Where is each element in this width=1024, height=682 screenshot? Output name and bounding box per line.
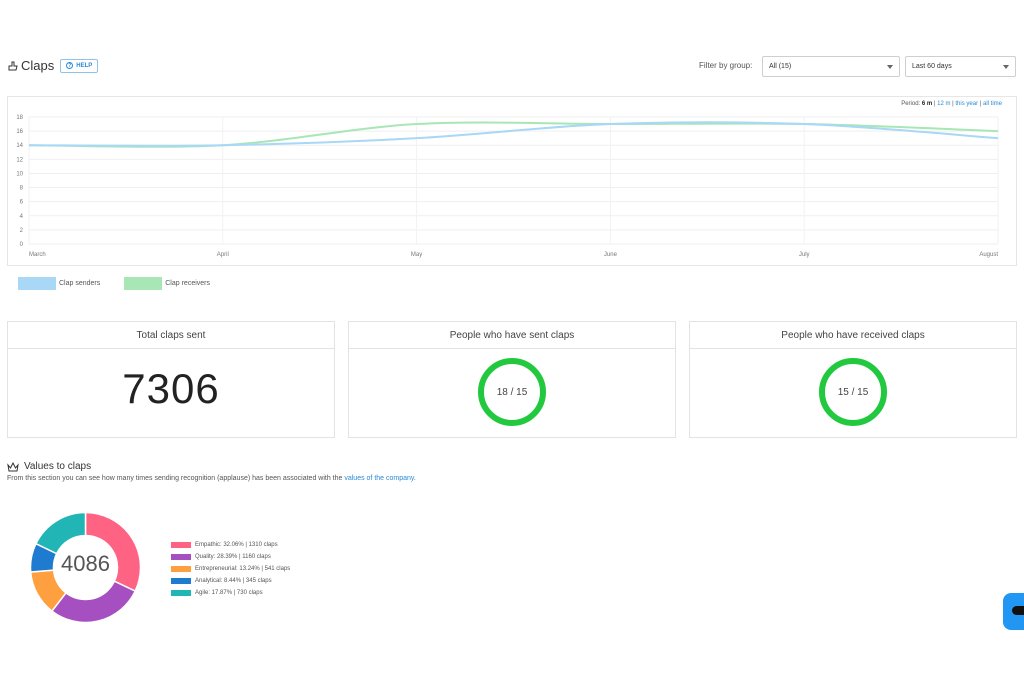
legend-item[interactable]: Clap senders: [18, 277, 100, 290]
total-claps-card: Total claps sent 7306: [7, 321, 335, 438]
donut-slice[interactable]: [34, 512, 87, 555]
values-total: 4086: [61, 551, 110, 576]
legend-label: Entrepreneurial: 13.24% | 541 claps: [195, 566, 291, 572]
receivers-card: People who have received claps 15 / 15: [689, 321, 1017, 438]
x-tick-label: June: [604, 252, 618, 258]
senders-card: People who have sent claps 18 / 15: [348, 321, 676, 438]
series-line-clap-senders: [28, 121, 999, 147]
chart-legend: Clap senders Clap receivers: [18, 277, 234, 290]
date-range-select[interactable]: Last 60 days: [905, 56, 1016, 77]
claps-line-chart: 0 2 4 6 8 10 12 14 16 18 March April May June July Augu…: [16, 115, 999, 258]
question-circle-icon: ?: [66, 62, 74, 69]
y-tick-label: 0: [20, 242, 24, 248]
y-tick-label: 18: [16, 115, 23, 121]
values-legend-item[interactable]: Analytical: 8.44% | 345 claps: [171, 575, 290, 587]
legend-label: Empathic: 32.06% | 1310 claps: [195, 542, 278, 548]
y-tick-label: 16: [16, 129, 23, 135]
group-select[interactable]: All (15): [762, 56, 900, 77]
group-select-value: All (15): [769, 63, 792, 70]
y-tick-label: 6: [20, 200, 24, 206]
chat-button[interactable]: [1003, 593, 1024, 630]
legend-swatch: [124, 277, 163, 290]
x-tick-label: April: [217, 252, 229, 258]
legend-swatch: [171, 578, 191, 584]
legend-label: Quality: 28.39% | 1160 claps: [195, 554, 271, 560]
values-title: Values to claps: [24, 461, 92, 472]
values-header: Values to claps: [7, 461, 91, 472]
legend-swatch: [171, 554, 191, 560]
help-label: HELP: [76, 62, 93, 69]
legend-label: Agile: 17.87% | 730 claps: [195, 590, 263, 596]
y-tick-label: 2: [20, 228, 24, 234]
y-tick-label: 10: [16, 171, 23, 177]
y-tick-label: 8: [20, 186, 24, 192]
chevron-down-icon: [887, 65, 893, 69]
values-description: From this section you can see how many t…: [7, 475, 416, 482]
values-desc-end: .: [413, 475, 416, 482]
date-select-value: Last 60 days: [912, 63, 952, 70]
card-title: Total claps sent: [8, 322, 334, 349]
legend-label: Analytical: 8.44% | 345 claps: [195, 578, 272, 584]
page-title: Claps: [21, 58, 55, 73]
senders-ring: 18 / 15: [478, 358, 546, 426]
legend-label: Clap receivers: [165, 280, 210, 287]
donut-slice[interactable]: [50, 580, 137, 623]
receivers-value: 15 / 15: [837, 386, 869, 398]
clap-hand-icon: [8, 61, 18, 70]
values-legend-item[interactable]: Empathic: 32.06% | 1310 claps: [171, 539, 290, 551]
receivers-ring: 15 / 15: [819, 358, 887, 426]
y-tick-label: 14: [16, 143, 23, 149]
legend-swatch: [171, 590, 191, 596]
y-tick-label: 4: [20, 214, 24, 220]
values-desc-text: From this section you can see how many t…: [7, 475, 345, 482]
x-tick-label: May: [411, 252, 422, 258]
senders-value: 18 / 15: [496, 386, 528, 398]
page-header: Claps ? HELP Filter by group: All (15) L…: [7, 56, 1017, 78]
chat-icon: [1012, 606, 1024, 615]
x-tick-label: July: [799, 252, 810, 258]
claps-chart-panel: Period: 6 m | 12 m | this year | all tim…: [7, 96, 1017, 266]
values-legend-item[interactable]: Entrepreneurial: 13.24% | 541 claps: [171, 563, 290, 575]
values-legend-item[interactable]: Agile: 17.87% | 730 claps: [171, 587, 290, 599]
help-button[interactable]: ? HELP: [60, 58, 99, 73]
legend-swatch: [171, 566, 191, 572]
card-title: People who have received claps: [690, 322, 1016, 349]
legend-swatch: [171, 542, 191, 548]
chevron-down-icon: [1003, 65, 1009, 69]
x-tick-label: August: [979, 252, 998, 258]
legend-label: Clap senders: [59, 280, 101, 287]
legend-swatch: [18, 277, 56, 290]
values-of-company-link[interactable]: values of the company: [344, 475, 414, 482]
card-title: People who have sent claps: [349, 322, 675, 349]
x-tick-label: March: [29, 252, 46, 258]
y-tick-label: 12: [16, 157, 23, 163]
filter-label: Filter by group:: [699, 61, 753, 70]
values-legend-item[interactable]: Quality: 28.39% | 1160 claps: [171, 551, 290, 563]
crown-icon: [7, 461, 19, 471]
title-wrap: Claps ? HELP: [7, 58, 99, 73]
values-legend: Empathic: 32.06% | 1310 claps Quality: 28…: [171, 539, 290, 599]
total-claps-value: 7306: [122, 365, 220, 412]
legend-item[interactable]: Clap receivers: [124, 277, 210, 290]
